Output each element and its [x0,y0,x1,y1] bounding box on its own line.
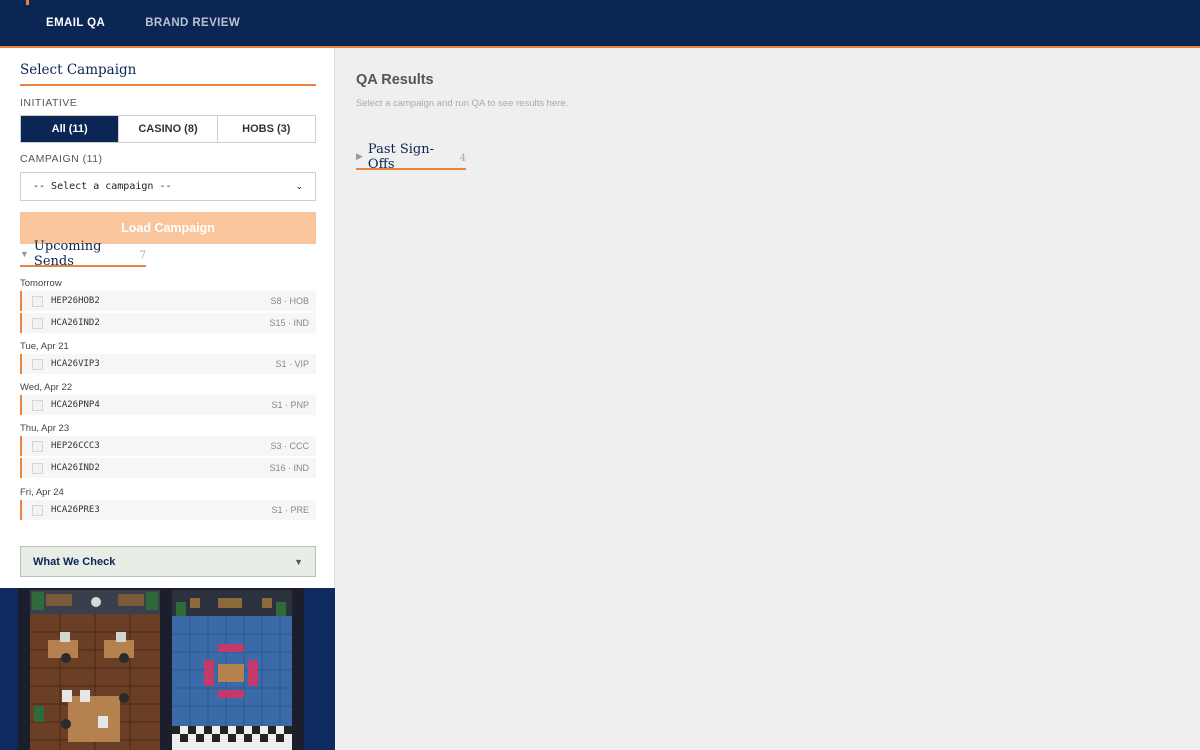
send-checkbox[interactable] [32,399,43,411]
send-meta: S1 · PNP [271,400,309,410]
triangle-down-icon: ▼ [20,248,29,259]
past-signoffs-title: Past Sign-Offs [367,141,435,172]
campaign-sidebar: Select Campaign INITIATIVE All (11) CASI… [0,48,335,588]
send-code: HCA26PNP4 [51,400,100,410]
initiative-hobs-button[interactable]: HOBS (3) [217,116,315,142]
send-row[interactable]: HCA26PRE3 S1 · PRE [20,500,316,520]
send-row[interactable]: HEP26HOB2 S8 · HOB [20,291,316,311]
send-code: HCA26PRE3 [51,505,100,515]
send-code: HCA26VIP3 [51,359,100,369]
send-meta: S1 · VIP [275,359,309,369]
send-checkbox[interactable] [32,358,43,370]
send-row[interactable]: HCA26IND2 S15 · IND [20,313,316,333]
send-code: HEP26HOB2 [51,296,100,306]
initiative-all-button[interactable]: All (11) [21,116,120,142]
campaign-label: CAMPAIGN (11) [20,153,103,165]
send-row[interactable]: HCA26VIP3 S1 · VIP [20,354,316,374]
send-meta: S8 · HOB [270,296,309,306]
pixel-game-scene [0,588,335,750]
send-day-label: Tomorrow [20,278,62,289]
tab-brand-review[interactable]: BRAND REVIEW [125,0,260,46]
send-checkbox[interactable] [32,504,43,516]
send-day-label: Tue, Apr 21 [20,341,69,352]
upcoming-sends-title: Upcoming Sends [33,238,102,269]
send-day-label: Thu, Apr 23 [20,423,70,434]
initiative-label: INITIATIVE [20,97,78,109]
past-signoffs-toggle[interactable]: ▶ Past Sign-Offs 4 [356,141,466,172]
initiative-filter: All (11) CASINO (8) HOBS (3) [20,115,316,143]
send-row[interactable]: HCA26PNP4 S1 · PNP [20,395,316,415]
pixel-room-illustration [0,588,335,750]
send-checkbox[interactable] [32,317,43,329]
select-campaign-heading: Select Campaign [20,62,316,86]
what-we-check-label: What We Check [33,555,116,568]
qa-results-title: QA Results [356,72,434,88]
send-day-label: Fri, Apr 24 [20,487,64,498]
send-row[interactable]: HCA26IND2 S16 · IND [20,458,316,478]
campaign-select-value: -- Select a campaign -- [33,181,172,192]
qa-results-subtitle: Select a campaign and run QA to see resu… [356,98,569,109]
send-checkbox[interactable] [32,440,43,452]
send-meta: S3 · CCC [270,441,309,451]
send-checkbox[interactable] [32,295,43,307]
top-nav-bar: EMAIL QA BRAND REVIEW [0,0,1200,49]
triangle-right-icon: ▶ [356,151,363,161]
send-day-label: Wed, Apr 22 [20,382,73,393]
tab-email-qa[interactable]: EMAIL QA [26,0,126,49]
send-meta: S1 · PRE [271,505,309,515]
past-signoffs-count: 4 [459,152,466,164]
triangle-down-icon: ▼ [294,556,303,567]
upcoming-sends-toggle[interactable]: ▼ Upcoming Sends 7 [20,238,146,269]
what-we-check-toggle[interactable]: What We Check ▼ [20,546,316,577]
send-meta: S16 · IND [269,463,309,473]
chevron-down-icon: ⌄ [295,181,303,192]
send-code: HEP26CCC3 [51,441,100,451]
send-code: HCA26IND2 [51,463,100,473]
nav-tabs: EMAIL QA BRAND REVIEW [26,0,260,49]
send-meta: S15 · IND [269,318,309,328]
send-code: HCA26IND2 [51,318,100,328]
send-checkbox[interactable] [32,462,43,474]
initiative-casino-button[interactable]: CASINO (8) [119,116,218,142]
upcoming-sends-count: 7 [139,249,146,261]
campaign-select[interactable]: -- Select a campaign -- ⌄ [20,172,316,201]
send-row[interactable]: HEP26CCC3 S3 · CCC [20,436,316,456]
